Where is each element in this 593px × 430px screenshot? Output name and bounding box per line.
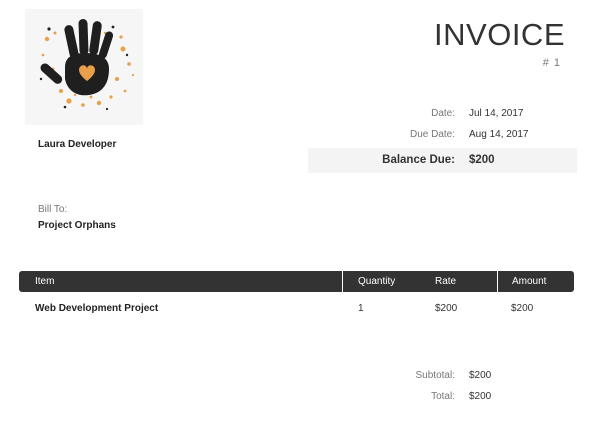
balance-due-label: Balance Due: bbox=[382, 154, 455, 166]
line-item-amount: $200 bbox=[511, 303, 534, 314]
subtotal-label: Subtotal: bbox=[415, 370, 455, 381]
column-divider bbox=[497, 271, 498, 292]
line-item-rate: $200 bbox=[435, 303, 458, 314]
column-header-rate: Rate bbox=[435, 276, 457, 287]
line-item-name: Web Development Project bbox=[35, 303, 159, 314]
line-item-quantity: 1 bbox=[358, 303, 364, 314]
items-table-header bbox=[19, 271, 574, 292]
company-logo bbox=[25, 9, 143, 125]
column-header-item: Item bbox=[35, 276, 55, 287]
bill-to-name: Project Orphans bbox=[38, 220, 116, 231]
subtotal-value: $200 bbox=[469, 370, 492, 381]
due-date-label: Due Date: bbox=[409, 129, 455, 140]
sender-name: Laura Developer bbox=[38, 139, 117, 150]
due-date-value: Aug 14, 2017 bbox=[469, 129, 529, 140]
handprint-logo-icon bbox=[39, 18, 135, 111]
total-value: $200 bbox=[469, 391, 492, 402]
balance-due-value: $200 bbox=[469, 154, 495, 166]
column-header-amount: Amount bbox=[512, 276, 547, 287]
date-label: Date: bbox=[431, 108, 455, 119]
total-label: Total: bbox=[431, 391, 455, 402]
invoice-title: INVOICE bbox=[434, 17, 565, 52]
column-header-quantity: Quantity bbox=[358, 276, 396, 287]
invoice-number: # 1 bbox=[542, 57, 561, 69]
bill-to-label: Bill To: bbox=[38, 204, 68, 215]
column-divider bbox=[342, 271, 343, 292]
date-value: Jul 14, 2017 bbox=[469, 108, 524, 119]
